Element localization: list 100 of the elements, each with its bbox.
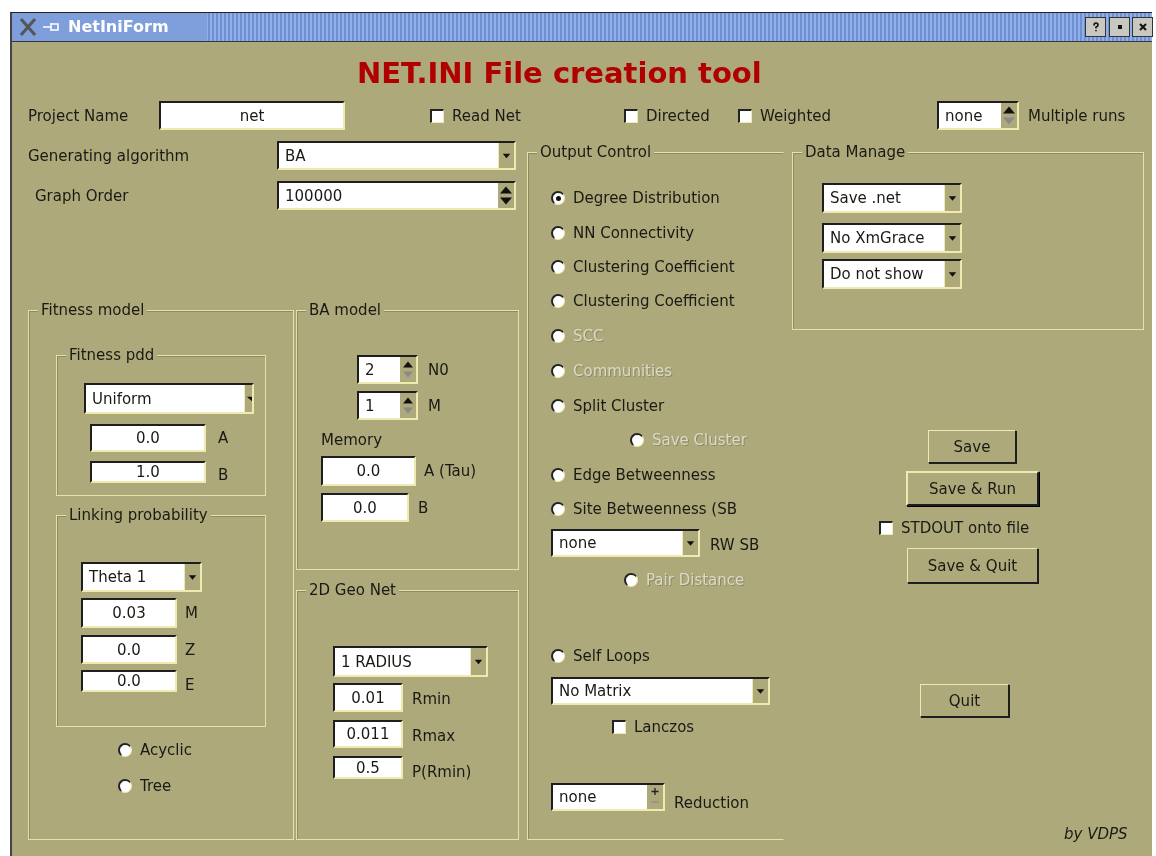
field-label: Z bbox=[185, 641, 196, 659]
text-field[interactable]: 0.0 bbox=[81, 635, 177, 664]
option-label: Communities bbox=[573, 362, 673, 380]
dropdown[interactable]: Save .net bbox=[822, 183, 962, 213]
field-label: RW SB bbox=[710, 536, 760, 554]
plus-minus-icon[interactable] bbox=[647, 785, 663, 809]
text-field[interactable]: 0.0 bbox=[81, 670, 177, 692]
field-label: B bbox=[418, 499, 429, 517]
pin-icon[interactable] bbox=[43, 21, 61, 33]
group-title: Data Manage bbox=[802, 143, 909, 161]
project-name-field[interactable]: net bbox=[159, 101, 345, 130]
dropdown[interactable]: No Matrix bbox=[551, 677, 770, 705]
group-title: Fitness pdd bbox=[66, 346, 158, 364]
form-heading: NET.INI File creation tool bbox=[357, 55, 762, 91]
dropdown[interactable]: Uniform bbox=[84, 383, 254, 414]
spin-box[interactable]: none bbox=[937, 101, 1019, 130]
text-field[interactable]: 1.0 bbox=[90, 461, 206, 483]
spin-arrows-icon[interactable] bbox=[498, 183, 514, 208]
group-title: Linking probability bbox=[66, 506, 211, 524]
field-label: A bbox=[218, 429, 229, 447]
checkbox[interactable] bbox=[612, 720, 626, 734]
push-button[interactable]: Save bbox=[928, 430, 1016, 463]
caret-icon bbox=[944, 261, 960, 287]
option-label: Tree bbox=[140, 777, 172, 795]
window-title: NetIniForm bbox=[68, 17, 169, 37]
spin-box[interactable]: none bbox=[551, 783, 665, 811]
credit-text: by VDPS bbox=[1064, 825, 1128, 843]
checkbox-label: Directed bbox=[646, 107, 710, 125]
field-label: Multiple runs bbox=[1028, 107, 1126, 125]
group-title: Output Control bbox=[537, 143, 655, 161]
text-field[interactable]: 0.03 bbox=[81, 598, 177, 628]
checkbox[interactable] bbox=[624, 109, 638, 123]
spin-arrows-icon[interactable] bbox=[400, 357, 416, 382]
checkbox-label: Weighted bbox=[760, 107, 831, 125]
dropdown[interactable]: 1 RADIUS bbox=[333, 646, 488, 677]
dropdown[interactable]: Theta 1 bbox=[81, 562, 202, 592]
field-label: Rmin bbox=[412, 690, 451, 708]
option-label: NN Connectivity bbox=[573, 224, 695, 242]
caret-icon bbox=[244, 385, 252, 412]
caret-icon bbox=[682, 531, 698, 555]
field-label: B bbox=[218, 466, 229, 484]
spin-box[interactable]: 100000 bbox=[277, 181, 516, 210]
close-button[interactable] bbox=[1132, 17, 1153, 37]
caret-icon bbox=[498, 143, 514, 168]
dropdown[interactable]: BA bbox=[277, 141, 516, 170]
option-label: Clustering Coefficient bbox=[573, 292, 735, 310]
caret-icon bbox=[184, 564, 200, 590]
text-field[interactable]: 0.01 bbox=[333, 683, 403, 712]
text-field[interactable]: 0.011 bbox=[333, 720, 403, 748]
field-label: Reduction bbox=[674, 794, 749, 812]
option-label: Self Loops bbox=[573, 647, 650, 665]
field-label: Generating algorithm bbox=[28, 147, 190, 165]
option-label: Edge Betweenness bbox=[573, 466, 716, 484]
option-label: Degree Distribution bbox=[573, 189, 720, 207]
spin-arrows-icon[interactable] bbox=[1001, 103, 1017, 128]
option-label: Site Betweenness (SB bbox=[573, 500, 737, 518]
text-field[interactable]: 0.0 bbox=[90, 424, 206, 452]
help-icon bbox=[1090, 22, 1101, 32]
dropdown[interactable]: none bbox=[551, 529, 700, 557]
section-label: Memory bbox=[321, 431, 382, 449]
close-icon bbox=[1137, 22, 1148, 32]
field-label: Rmax bbox=[412, 727, 456, 745]
spin-box[interactable]: 2 bbox=[357, 355, 418, 384]
field-label: Project Name bbox=[28, 107, 129, 125]
push-button[interactable]: Save & Quit bbox=[907, 548, 1038, 583]
text-field[interactable]: 0.0 bbox=[321, 456, 416, 486]
option-label: Acyclic bbox=[140, 741, 192, 759]
app-icon bbox=[18, 17, 38, 37]
checkbox[interactable] bbox=[879, 521, 893, 535]
checkbox[interactable] bbox=[430, 109, 444, 123]
checkbox-label: STDOUT onto file bbox=[901, 519, 1030, 537]
push-button[interactable]: Quit bbox=[920, 684, 1009, 717]
field-label: M bbox=[428, 397, 441, 415]
caret-icon bbox=[944, 185, 960, 211]
option-label: Pair Distance bbox=[646, 571, 745, 589]
text-field[interactable]: 0.5 bbox=[333, 756, 403, 779]
spin-box[interactable]: 1 bbox=[357, 391, 418, 420]
field-label: N0 bbox=[428, 361, 449, 379]
option-label: SCC bbox=[573, 327, 604, 345]
field-label: M bbox=[185, 604, 198, 622]
option-label: Split Cluster bbox=[573, 397, 665, 415]
checkbox-label: Lanczos bbox=[634, 718, 695, 736]
help-button[interactable] bbox=[1085, 17, 1106, 37]
minimize-button[interactable] bbox=[1109, 17, 1130, 37]
text-field[interactable]: 0.0 bbox=[321, 493, 409, 522]
field-label: P(Rmin) bbox=[412, 763, 472, 781]
field-label: A (Tau) bbox=[424, 462, 477, 480]
spin-arrows-icon[interactable] bbox=[400, 393, 416, 418]
checkbox-label: Read Net bbox=[452, 107, 521, 125]
caret-icon bbox=[944, 225, 960, 251]
checkbox[interactable] bbox=[738, 109, 752, 123]
caret-icon bbox=[470, 648, 486, 675]
dropdown[interactable]: Do not show bbox=[822, 259, 962, 289]
caret-icon bbox=[752, 679, 768, 703]
push-button[interactable]: Save & Run bbox=[906, 471, 1039, 506]
option-label: Clustering Coefficient bbox=[573, 258, 735, 276]
field-label: Graph Order bbox=[35, 187, 129, 205]
option-label: Save Cluster bbox=[652, 431, 747, 449]
field-label: E bbox=[185, 676, 195, 694]
dropdown[interactable]: No XmGrace bbox=[822, 223, 962, 253]
